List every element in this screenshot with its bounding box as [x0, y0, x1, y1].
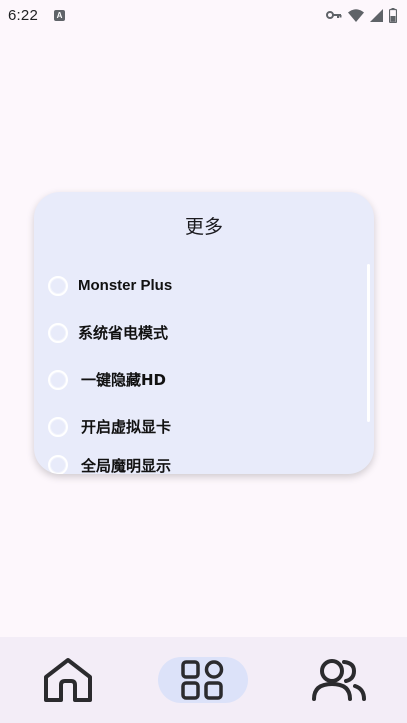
radio-button[interactable]: [48, 369, 68, 390]
option-label: 一键隐藏HD: [81, 371, 167, 389]
battery-icon: [389, 7, 397, 23]
nav-apps[interactable]: [158, 657, 249, 703]
notification-a-icon: A: [54, 9, 65, 21]
option-monster-plus[interactable]: Monster Plus: [34, 262, 374, 309]
bottom-nav: [0, 637, 407, 723]
option-label: 全局魔明显示: [81, 456, 172, 475]
nav-home[interactable]: [23, 657, 113, 703]
status-time: 6:22: [8, 6, 38, 24]
radio-button[interactable]: [48, 455, 68, 474]
radio-button[interactable]: [48, 416, 68, 437]
option-global-display[interactable]: 全局魔明显示: [34, 450, 374, 474]
radio-button[interactable]: [48, 322, 68, 343]
option-label: 开启虚拟显卡: [81, 418, 172, 436]
radio-button[interactable]: [48, 275, 68, 296]
option-hide-hd[interactable]: 一键隐藏HD: [34, 356, 374, 403]
option-list[interactable]: Monster Plus 系统省电模式 一键隐藏HD 开启虚拟显卡 全局魔明显示: [34, 262, 374, 474]
home-icon: [43, 658, 92, 702]
wifi-icon: [348, 8, 364, 22]
signal-icon: [370, 8, 383, 22]
screen: 6:22 A 更多 Monster Plus 系统省电模式 一键隐藏HD 开启虚…: [0, 0, 407, 723]
option-power-saving[interactable]: 系统省电模式: [34, 309, 374, 356]
users-icon: [312, 659, 367, 701]
option-label: Monster Plus: [78, 277, 173, 294]
status-bar: 6:22 A: [0, 0, 407, 30]
scrollbar[interactable]: [367, 264, 370, 422]
dialog-title: 更多: [184, 216, 223, 238]
more-dialog: 更多 Monster Plus 系统省电模式 一键隐藏HD 开启虚拟显卡 全局魔…: [34, 192, 374, 474]
option-label: 系统省电模式: [78, 324, 169, 342]
apps-grid-icon: [181, 660, 224, 700]
option-virtual-gpu[interactable]: 开启虚拟显卡: [34, 403, 374, 450]
key-icon: [326, 11, 342, 19]
nav-users[interactable]: [294, 657, 384, 703]
